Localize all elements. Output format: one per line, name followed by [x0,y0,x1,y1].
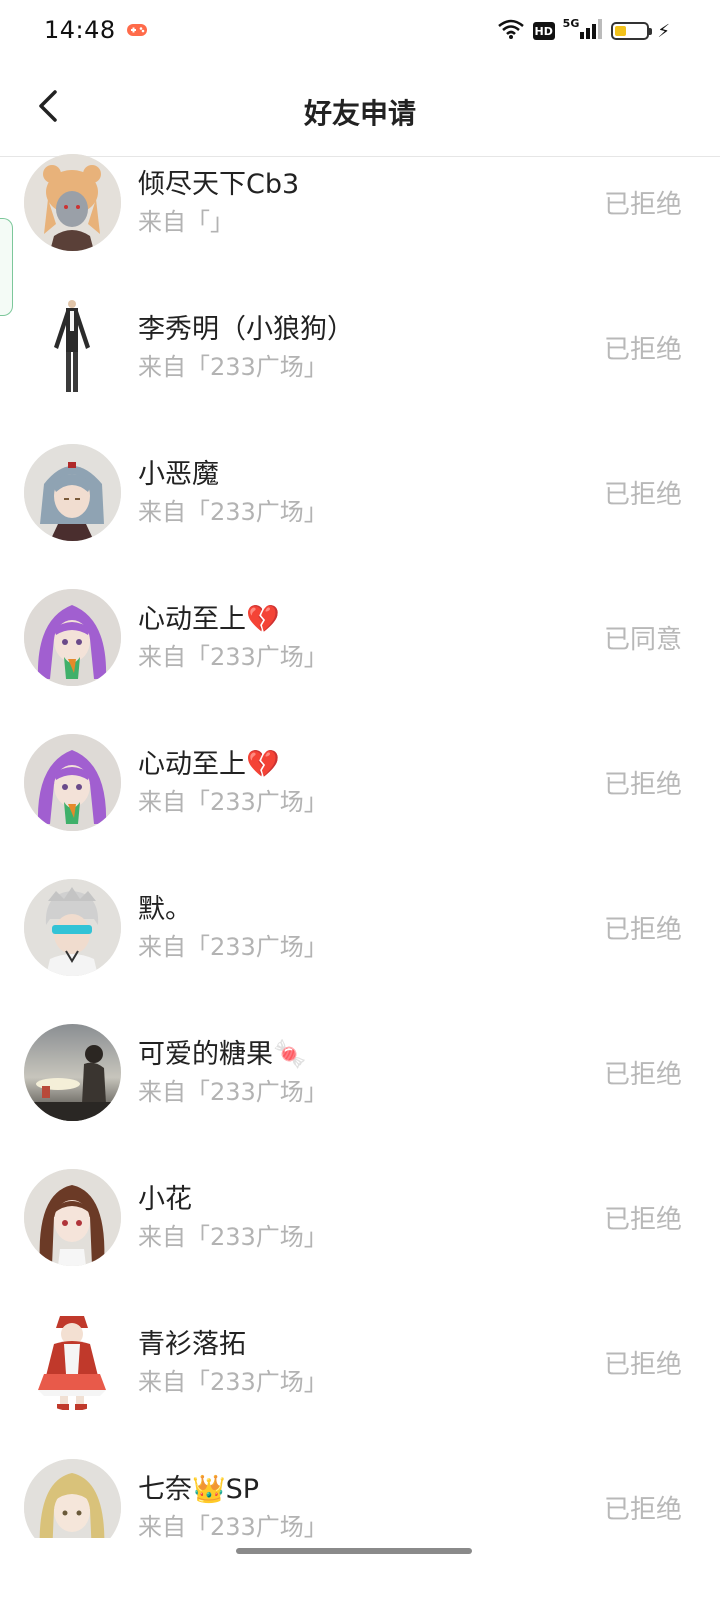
signal-icon [579,18,603,44]
hd-icon: HD [532,22,555,40]
friend-request-item[interactable]: 李秀明（小狼狗） 来自「233广场」 已拒绝 [0,299,720,444]
network-label: 5G [562,16,580,30]
requester-name: 小花 [138,1184,192,1215]
request-source: 来自「233广场」 [138,643,328,671]
request-source: 来自「233广场」 [138,1223,328,1251]
request-status: 已拒绝 [603,1205,682,1235]
avatar[interactable] [24,734,121,831]
friend-request-list[interactable]: 倾尽天下Cb3 来自「」 已拒绝 李秀明（小狼狗） 来自「233广场」 已拒绝 [0,154,720,1538]
status-time: 14:48 [44,16,116,44]
requester-name: 七奈👑SP [138,1474,260,1505]
request-source: 来自「」 [138,208,234,236]
charging-icon: ⚡ [657,20,670,42]
request-status: 已拒绝 [603,480,682,510]
requester-name: 可爱的糖果🍬 [138,1039,307,1070]
friend-request-item[interactable]: 心动至上💔 来自「233广场」 已同意 [0,589,720,734]
request-status: 已拒绝 [603,1060,682,1090]
request-source: 来自「233广场」 [138,1368,328,1396]
friend-requests-screen: 14:48 HD 5G ⚡ 好友申请 倾尽天下Cb3 来自「」 已拒绝 李秀明（… [0,0,720,1600]
request-status: 已拒绝 [603,1350,682,1380]
friend-request-item[interactable]: 小花 来自「233广场」 已拒绝 [0,1169,720,1314]
requester-name: 小恶魔 [138,459,219,490]
requester-name: 心动至上💔 [138,749,280,780]
page-title: 好友申请 [303,97,416,130]
request-source: 来自「233广场」 [138,933,328,961]
requester-name: 心动至上💔 [138,604,280,635]
floating-side-tab[interactable] [0,218,13,316]
wifi-icon [497,18,525,44]
home-indicator[interactable] [236,1548,472,1554]
avatar[interactable] [24,299,121,396]
request-status: 已拒绝 [603,915,682,945]
status-icons: HD 5G ⚡ [497,16,670,46]
friend-request-item[interactable]: 心动至上💔 来自「233广场」 已拒绝 [0,734,720,879]
friend-request-item[interactable]: 青衫落拓 来自「233广场」 已拒绝 [0,1314,720,1459]
requester-name: 默。 [138,894,192,925]
avatar[interactable] [24,1024,121,1121]
request-source: 来自「233广场」 [138,1513,328,1538]
request-status: 已拒绝 [603,770,682,800]
avatar[interactable] [24,589,121,686]
request-source: 来自「233广场」 [138,498,328,526]
request-source: 来自「233广场」 [138,353,328,381]
requester-name: 倾尽天下Cb3 [138,169,300,200]
battery-level [615,26,627,36]
avatar[interactable] [24,1169,121,1266]
request-source: 来自「233广场」 [138,1078,328,1106]
request-status: 已拒绝 [603,190,682,220]
requester-name: 李秀明（小狼狗） [138,314,354,345]
status-bar: 14:48 HD 5G ⚡ [0,0,720,62]
friend-request-item[interactable]: 七奈👑SP 来自「233广场」 已拒绝 [0,1459,720,1538]
friend-request-item[interactable]: 倾尽天下Cb3 来自「」 已拒绝 [0,154,720,299]
avatar[interactable] [24,1314,121,1411]
header: 好友申请 [0,62,720,157]
friend-request-item[interactable]: 默。 来自「233广场」 已拒绝 [0,879,720,1024]
avatar[interactable] [24,444,121,541]
request-status: 已拒绝 [603,335,682,365]
friend-request-item[interactable]: 小恶魔 来自「233广场」 已拒绝 [0,444,720,589]
request-status: 已拒绝 [603,1495,682,1525]
avatar[interactable] [24,879,121,976]
game-icon [126,22,148,38]
request-source: 来自「233广场」 [138,788,328,816]
request-status: 已同意 [603,625,682,655]
friend-request-item[interactable]: 可爱的糖果🍬 来自「233广场」 已拒绝 [0,1024,720,1169]
avatar[interactable] [24,1459,121,1538]
battery-icon [611,22,653,40]
requester-name: 青衫落拓 [138,1329,246,1360]
avatar[interactable] [24,154,121,251]
